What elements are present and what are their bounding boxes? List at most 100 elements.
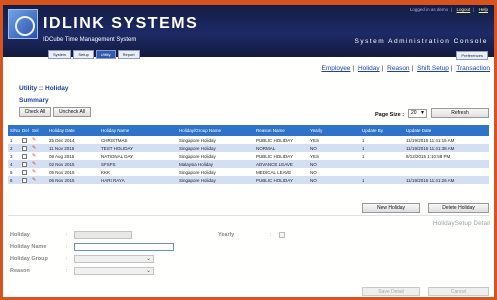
link-holiday[interactable]: Holiday bbox=[358, 65, 380, 72]
cell-update-by bbox=[360, 168, 405, 176]
cell-sel: ✎ bbox=[30, 144, 48, 152]
cell-holiday-date: 06 Nov 2015 bbox=[47, 176, 100, 184]
cell-group-name: Singapore Holiday bbox=[177, 152, 255, 160]
cell-update-by: 1 bbox=[360, 176, 405, 184]
delete-checkbox[interactable] bbox=[22, 137, 28, 143]
link-reason[interactable]: Reason bbox=[387, 65, 409, 72]
page-size-select[interactable]: 20 ▼ bbox=[408, 109, 427, 118]
cell-sno: 6 bbox=[8, 176, 21, 184]
cell-sno: 3 bbox=[8, 152, 21, 160]
save-detail-button[interactable]: Save Detail bbox=[362, 287, 420, 296]
table-row[interactable]: 5 ✎ 05 Nov 2015 KKK Singapore Holiday MEDICAL… bbox=[8, 168, 489, 176]
delete-checkbox[interactable] bbox=[22, 145, 28, 151]
cell-yearly: NO bbox=[308, 176, 361, 184]
delete-checkbox[interactable] bbox=[22, 177, 28, 183]
nav-system[interactable]: System bbox=[48, 50, 72, 59]
cell-del bbox=[20, 176, 31, 184]
link-employee[interactable]: Employee bbox=[322, 65, 351, 72]
holiday-table: S/No Del Sel Holiday Date Holiday Name H… bbox=[8, 125, 489, 184]
uncheck-all-button[interactable]: Uncheck All bbox=[53, 107, 91, 117]
nav-setup[interactable]: Setup bbox=[73, 50, 94, 59]
preferences-button[interactable]: Preferences bbox=[456, 51, 488, 60]
table-row[interactable]: 6 ✎ 06 Nov 2015 HARI RAYA Singapore Holiday P… bbox=[8, 176, 489, 184]
cell-reason-name: PUBLIC HOLIDAY bbox=[254, 152, 309, 160]
cell-holiday-name: TEST HOLIDAY bbox=[99, 144, 178, 152]
cell-update-date: 11/19/2015 11:41:38 AM bbox=[404, 144, 489, 152]
edit-pencil-icon[interactable]: ✎ bbox=[32, 161, 36, 167]
cell-update-by bbox=[360, 160, 405, 168]
col-yearly: Yearly bbox=[308, 125, 361, 136]
cell-update-date bbox=[404, 168, 489, 176]
cell-del bbox=[20, 152, 31, 160]
table-row[interactable]: 4 ✎ 02 Nov 2015 SFSFS Malaysia Holiday ADVANC… bbox=[8, 160, 489, 168]
delete-holiday-button[interactable]: Delete Holiday bbox=[428, 203, 489, 213]
holiday-date-input[interactable] bbox=[74, 231, 132, 239]
cell-sel: ✎ bbox=[30, 136, 48, 144]
col-sel: Sel bbox=[30, 125, 48, 136]
edit-pencil-icon[interactable]: ✎ bbox=[32, 153, 36, 159]
sub-navigation: Employee | Holiday | Reason | Shift Setup | … bbox=[321, 65, 490, 72]
holiday-name-label: Holiday Name bbox=[10, 244, 47, 250]
login-bar: Logged in as demo | Logout | Help bbox=[409, 7, 488, 12]
divider bbox=[8, 215, 489, 216]
col-reason-name: Reason Name bbox=[254, 125, 309, 136]
cell-sno: 2 bbox=[8, 144, 21, 152]
table-row[interactable]: 1 ✎ 25 Dec 2014 CHRISTMAS Singapore Holiday P… bbox=[8, 136, 489, 144]
cell-update-date bbox=[404, 160, 489, 168]
cell-sno: 1 bbox=[8, 136, 21, 144]
cell-del bbox=[20, 136, 31, 144]
link-transaction[interactable]: Transaction bbox=[456, 65, 490, 72]
link-shift-setup[interactable]: Shift Setup bbox=[417, 65, 449, 72]
help-link[interactable]: Help bbox=[479, 7, 488, 12]
edit-pencil-icon[interactable]: ✎ bbox=[32, 145, 36, 151]
cell-holiday-name: KKK bbox=[99, 168, 178, 176]
delete-checkbox[interactable] bbox=[22, 169, 28, 175]
cancel-button[interactable]: Cancel bbox=[428, 287, 489, 296]
table-row[interactable]: 3 ✎ 09 Aug 2015 NATIONAL DAY Singapore Holid… bbox=[8, 152, 489, 160]
cell-yearly: NO bbox=[308, 160, 361, 168]
table-row[interactable]: 2 ✎ 11 Nov 2015 TEST HOLIDAY Singapore Holid… bbox=[8, 144, 489, 152]
cell-yearly: YES bbox=[308, 152, 361, 160]
logout-link[interactable]: Logout bbox=[457, 7, 471, 12]
col-sno: S/No bbox=[8, 125, 21, 136]
nav-utility[interactable]: Utility bbox=[95, 50, 116, 59]
cell-sel: ✎ bbox=[30, 160, 48, 168]
cell-holiday-date: 09 Aug 2015 bbox=[47, 152, 100, 160]
holiday-group-select[interactable]: ⌄ bbox=[74, 255, 154, 263]
cell-sel: ✎ bbox=[30, 168, 48, 176]
cell-holiday-date: 02 Nov 2015 bbox=[47, 160, 100, 168]
app-subtitle: IDCube Time Management System bbox=[43, 37, 137, 43]
console-title: System Administration Console bbox=[354, 38, 488, 45]
cell-group-name: Malaysia Holiday bbox=[177, 160, 255, 168]
detail-title: HolidaySetup Detail bbox=[432, 220, 490, 227]
chevron-down-icon: ⌄ bbox=[145, 268, 151, 274]
cell-group-name: Singapore Holiday bbox=[177, 168, 255, 176]
holiday-name-input[interactable] bbox=[74, 243, 174, 251]
cell-reason-name: PUBLIC HOLIDAY bbox=[254, 176, 309, 184]
edit-pencil-icon[interactable]: ✎ bbox=[32, 177, 36, 183]
col-holiday-date: Holiday Date bbox=[47, 125, 100, 136]
edit-pencil-icon[interactable]: ✎ bbox=[32, 169, 36, 175]
cell-group-name: Singapore Holiday bbox=[177, 136, 255, 144]
edit-pencil-icon[interactable]: ✎ bbox=[32, 137, 36, 143]
app-header: IDLINK SYSTEMS IDCube Time Management Sy… bbox=[3, 5, 494, 60]
cell-holiday-name: CHRISTMAS bbox=[99, 136, 178, 144]
colon: : bbox=[66, 268, 68, 274]
new-holiday-button[interactable]: New Holiday bbox=[362, 203, 420, 213]
refresh-button[interactable]: Refresh bbox=[431, 108, 489, 118]
cell-sel: ✎ bbox=[30, 176, 48, 184]
cell-reason-name: NORMAL bbox=[254, 144, 309, 152]
cell-update-by: 1 bbox=[360, 136, 405, 144]
col-del: Del bbox=[20, 125, 31, 136]
cell-holiday-date: 05 Nov 2015 bbox=[47, 168, 100, 176]
nav-report[interactable]: Report bbox=[117, 50, 140, 59]
check-all-button[interactable]: Check All bbox=[19, 107, 51, 117]
col-group-name: Holiday/Group Name bbox=[177, 125, 255, 136]
delete-checkbox[interactable] bbox=[22, 153, 28, 159]
yearly-checkbox[interactable] bbox=[279, 232, 285, 238]
page-size-label: Page Size : bbox=[375, 112, 405, 118]
reason-select[interactable]: ⌄ bbox=[74, 267, 154, 275]
cell-update-date: 11/19/2015 11:41:15 AM bbox=[404, 136, 489, 144]
delete-checkbox[interactable] bbox=[22, 161, 28, 167]
cell-reason-name: PUBLIC HOLIDAY bbox=[254, 136, 309, 144]
